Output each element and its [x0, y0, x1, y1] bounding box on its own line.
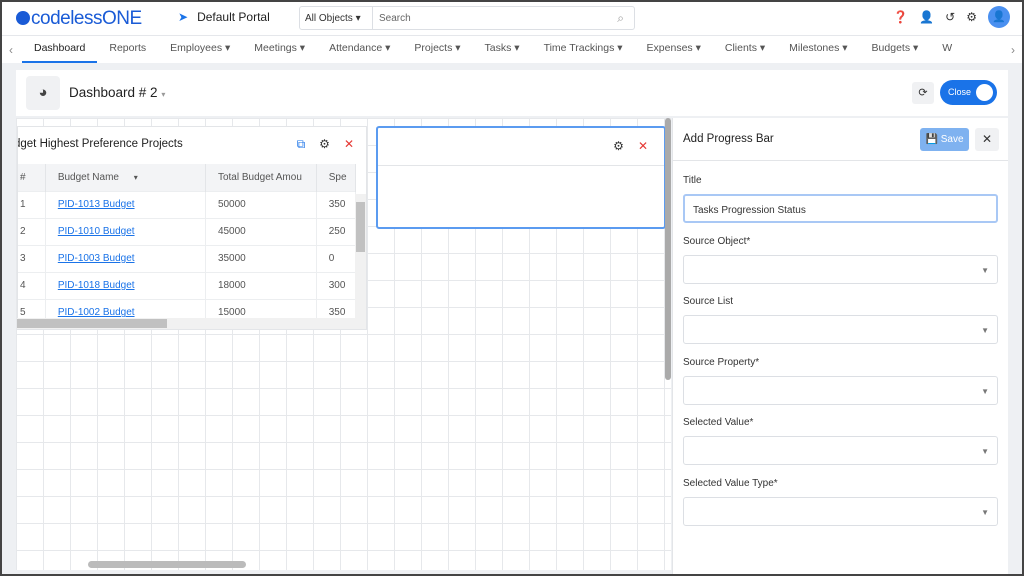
column-header[interactable]: # — [18, 164, 46, 191]
budget-widget: dget Highest Preference Projects ⧉ ⚙ ✕ #… — [17, 126, 367, 330]
nav-item-more[interactable]: W — [930, 36, 964, 63]
nav-item-time-trackings[interactable]: Time Trackings ▾ — [532, 36, 635, 63]
table-row: 2 PID-1010 Budget 45000 250 — [18, 217, 357, 245]
add-user-icon[interactable]: 👤 — [919, 10, 934, 24]
new-progress-bar-widget[interactable]: ⚙ ✕ — [376, 126, 666, 229]
portal-selector[interactable]: ➤ Default Portal — [178, 10, 270, 24]
source-object-select[interactable]: ▼ — [683, 255, 998, 284]
column-header[interactable]: Total Budget Amou — [205, 164, 317, 191]
pie-chart-icon: ◕ — [26, 76, 60, 110]
nav-item-meetings[interactable]: Meetings ▾ — [242, 36, 317, 63]
refresh-button[interactable]: ⟳ — [912, 82, 934, 104]
selected-value-type-select[interactable]: ▼ — [683, 497, 998, 526]
budget-link[interactable]: PID-1003 Budget — [58, 253, 135, 264]
chevron-down-icon: ▼ — [981, 326, 989, 335]
cell: 0 — [316, 244, 357, 272]
title-input[interactable]: Tasks Progression Status — [683, 194, 998, 223]
cell: 35000 — [205, 244, 317, 272]
source-list-select[interactable]: ▼ — [683, 315, 998, 344]
cell: 350 — [316, 190, 357, 218]
search-icon[interactable]: ⌕ — [617, 11, 624, 26]
close-panel-button[interactable]: ✕ — [975, 128, 999, 151]
save-icon: 💾 — [925, 134, 938, 145]
close-toggle[interactable]: Close — [940, 80, 997, 105]
nav-right-arrow[interactable]: › — [1002, 43, 1024, 57]
cell: 3 — [18, 244, 46, 272]
chevron-down-icon: ▼ — [981, 508, 989, 517]
title-field: Title Tasks Progression Status — [683, 175, 998, 223]
cell: 4 — [18, 271, 46, 299]
chevron-down-icon: ▼ — [981, 266, 989, 275]
add-progress-bar-panel: Add Progress Bar 💾 Save ✕ Title Tasks Pro… — [672, 118, 1008, 576]
main-nav: ‹ Dashboard Reports Employees ▾ Meetings… — [0, 36, 1024, 63]
gear-icon[interactable]: ⚙ — [613, 139, 624, 153]
grid-vertical-scrollbar[interactable] — [665, 118, 671, 380]
nav-item-expenses[interactable]: Expenses ▾ — [635, 36, 713, 63]
nav-left-arrow[interactable]: ‹ — [0, 43, 22, 57]
save-button[interactable]: 💾 Save — [920, 128, 969, 151]
column-header[interactable]: Budget Name ▾ — [45, 164, 206, 191]
cell: 300 — [316, 271, 357, 299]
grid-horizontal-scrollbar[interactable] — [88, 561, 246, 568]
external-link-icon[interactable]: ⧉ — [297, 137, 306, 152]
cell: 1 — [18, 190, 46, 218]
nav-item-clients[interactable]: Clients ▾ — [713, 36, 777, 63]
source-object-field: Source Object* ▼ — [683, 236, 998, 284]
panel-title: Add Progress Bar — [683, 133, 774, 145]
budget-link[interactable]: PID-1013 Budget — [58, 199, 135, 210]
table-row: 3 PID-1003 Budget 35000 0 — [18, 244, 357, 272]
budget-table: # Budget Name ▾ Total Budget Amou Spe 1 P… — [18, 164, 357, 326]
cell: 18000 — [205, 271, 317, 299]
selected-value-type-field: Selected Value Type* ▼ — [683, 478, 998, 526]
table-row: 1 PID-1013 Budget 50000 350 — [18, 190, 357, 218]
history-icon[interactable]: ↺ — [945, 10, 955, 24]
nav-item-tasks[interactable]: Tasks ▾ — [473, 36, 532, 63]
page-scrollbar[interactable] — [1008, 63, 1022, 576]
search-bar: All Objects ▾ Search ⌕ — [299, 6, 635, 30]
cell: 250 — [316, 217, 357, 245]
cell: 50000 — [205, 190, 317, 218]
nav-item-milestones[interactable]: Milestones ▾ — [777, 36, 859, 63]
top-bar: codelessONE ➤ Default Portal All Objects … — [0, 0, 1024, 36]
budget-link[interactable]: PID-1010 Budget — [58, 226, 135, 237]
dashboard-header: ◕ Dashboard # 2 ▾ ⟳ Close — [16, 70, 1008, 116]
dashboard-title[interactable]: Dashboard # 2 ▾ — [69, 85, 165, 100]
selected-value-select[interactable]: ▼ — [683, 436, 998, 465]
chevron-down-icon: ▼ — [981, 387, 989, 396]
budget-link[interactable]: PID-1002 Budget — [58, 307, 135, 318]
source-property-field: Source Property* ▼ — [683, 357, 998, 405]
help-icon[interactable]: ❓ — [893, 10, 908, 24]
table-horizontal-scrollbar[interactable] — [17, 318, 366, 329]
logo[interactable]: codelessONE — [16, 8, 142, 30]
chevron-down-icon: ▼ — [981, 447, 989, 456]
column-header[interactable]: Spe — [316, 164, 357, 191]
avatar[interactable]: 👤 — [988, 6, 1010, 28]
nav-item-attendance[interactable]: Attendance ▾ — [317, 36, 402, 63]
search-scope-dropdown[interactable]: All Objects ▾ — [300, 7, 373, 29]
nav-item-reports[interactable]: Reports — [97, 36, 158, 63]
gear-icon[interactable]: ⚙ — [319, 137, 330, 152]
paper-plane-icon: ➤ — [178, 10, 189, 24]
table-row: 4 PID-1018 Budget 18000 300 — [18, 271, 357, 299]
nav-item-dashboard[interactable]: Dashboard — [22, 36, 98, 63]
cell: 45000 — [205, 217, 317, 245]
source-property-select[interactable]: ▼ — [683, 376, 998, 405]
cell: 2 — [18, 217, 46, 245]
search-input[interactable]: Search — [373, 7, 634, 29]
selected-value-field: Selected Value* ▼ — [683, 417, 998, 465]
gear-icon[interactable]: ⚙ — [966, 10, 977, 24]
nav-item-employees[interactable]: Employees ▾ — [158, 36, 242, 63]
close-icon[interactable]: ✕ — [344, 137, 354, 152]
source-list-field: Source List ▼ — [683, 296, 998, 344]
close-icon[interactable]: ✕ — [638, 139, 648, 153]
widget-title: dget Highest Preference Projects — [17, 138, 183, 150]
table-vertical-scrollbar[interactable] — [355, 194, 366, 318]
nav-item-projects[interactable]: Projects ▾ — [402, 36, 472, 63]
budget-link[interactable]: PID-1018 Budget — [58, 280, 135, 291]
nav-item-budgets[interactable]: Budgets ▾ — [860, 36, 931, 63]
